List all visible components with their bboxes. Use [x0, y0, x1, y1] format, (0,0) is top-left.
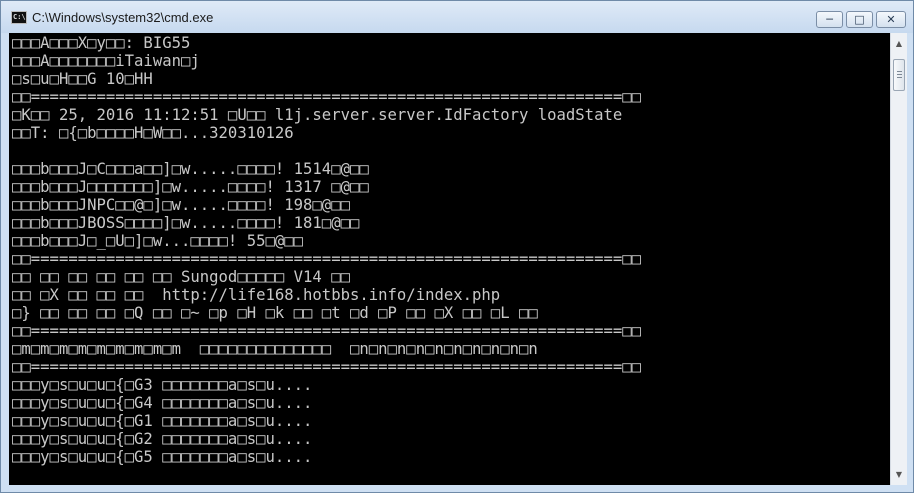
grip-icon	[897, 74, 902, 75]
console-line: □s□u□H□□G 10□HH	[12, 70, 153, 88]
vertical-scrollbar[interactable]: ▲ ▼	[890, 33, 907, 485]
console-line: □□======================================…	[12, 250, 642, 268]
grip-icon	[897, 71, 902, 72]
console-line: □□□b□□□J□□□□□□□]□w.....□□□□! 1317 □@□□	[12, 178, 369, 196]
console-line: □□ □□ □□ □□ □□ □□ Sungod□□□□□ V14 □□	[12, 268, 350, 286]
console-line: □□======================================…	[12, 88, 642, 106]
console-line: □□□A□□□X□y□□: BIG55	[12, 34, 191, 52]
console-line: □□□b□□□J□_□U□]□w...□□□□! 55□@□□	[12, 232, 304, 250]
maximize-button[interactable]: □	[846, 11, 873, 28]
scroll-thumb[interactable]	[893, 59, 905, 91]
scroll-down-button[interactable]: ▼	[891, 466, 907, 483]
console-line: □□□y□s□u□u□{□G2 □□□□□□□a□s□u....	[12, 430, 313, 448]
console-line: □□ □X □□ □□ □□ http://life168.hotbbs.inf…	[12, 286, 501, 304]
console-line: □K□□ 25, 2016 11:12:51 □U□□ l1j.server.s…	[12, 106, 623, 124]
console-output[interactable]: □□□A□□□X□y□□: BIG55 □□□A□□□□□□□iTaiwan□j…	[9, 33, 890, 485]
arrow-down-icon: ▼	[895, 470, 903, 479]
cmd-app-icon[interactable]: C:\	[11, 11, 27, 24]
scroll-up-button[interactable]: ▲	[891, 35, 907, 52]
title-bar[interactable]: C:\ C:\Windows\system32\cmd.exe ─ □ ✕	[1, 1, 913, 33]
close-icon: ✕	[886, 13, 896, 26]
minimize-icon: ─	[826, 13, 833, 26]
maximize-icon: □	[854, 13, 865, 26]
console-line: □m□m□m□m□m□m□m□m□m □□□□□□□□□□□□□□ □n□n□n…	[12, 340, 538, 358]
cmd-window: C:\ C:\Windows\system32\cmd.exe ─ □ ✕ □□…	[0, 0, 914, 493]
arrow-up-icon: ▲	[895, 39, 903, 48]
console-line: □□======================================…	[12, 358, 642, 376]
console-line: □□□y□s□u□u□{□G4 □□□□□□□a□s□u....	[12, 394, 313, 412]
grip-icon	[897, 77, 902, 78]
console-line: □□======================================…	[12, 322, 642, 340]
console-line: □} □□ □□ □□ □Q □□ □~ □p □H □k □□ □t □d □…	[12, 304, 538, 322]
minimize-button[interactable]: ─	[816, 11, 843, 28]
close-button[interactable]: ✕	[876, 11, 906, 28]
console-line: □□□b□□□JBOSS□□□□]□w.....□□□□! 181□@□□	[12, 214, 360, 232]
console-line: □□□b□□□JNPC□□@□]□w.....□□□□! 198□@□□	[12, 196, 350, 214]
window-title: C:\Windows\system32\cmd.exe	[32, 10, 214, 25]
console-line: □□□y□s□u□u□{□G1 □□□□□□□a□s□u....	[12, 412, 313, 430]
console-line: □□□b□□□J□C□□□a□□]□w.....□□□□! 1514□@□□	[12, 160, 369, 178]
console-line: □□□A□□□□□□□iTaiwan□j	[12, 52, 200, 70]
console-line: □□□y□s□u□u□{□G5 □□□□□□□a□s□u....	[12, 448, 313, 466]
console-line: □□□y□s□u□u□{□G3 □□□□□□□a□s□u....	[12, 376, 313, 394]
console-line: □□T: □{□b□□□□H□W□□...320310126	[12, 124, 294, 142]
